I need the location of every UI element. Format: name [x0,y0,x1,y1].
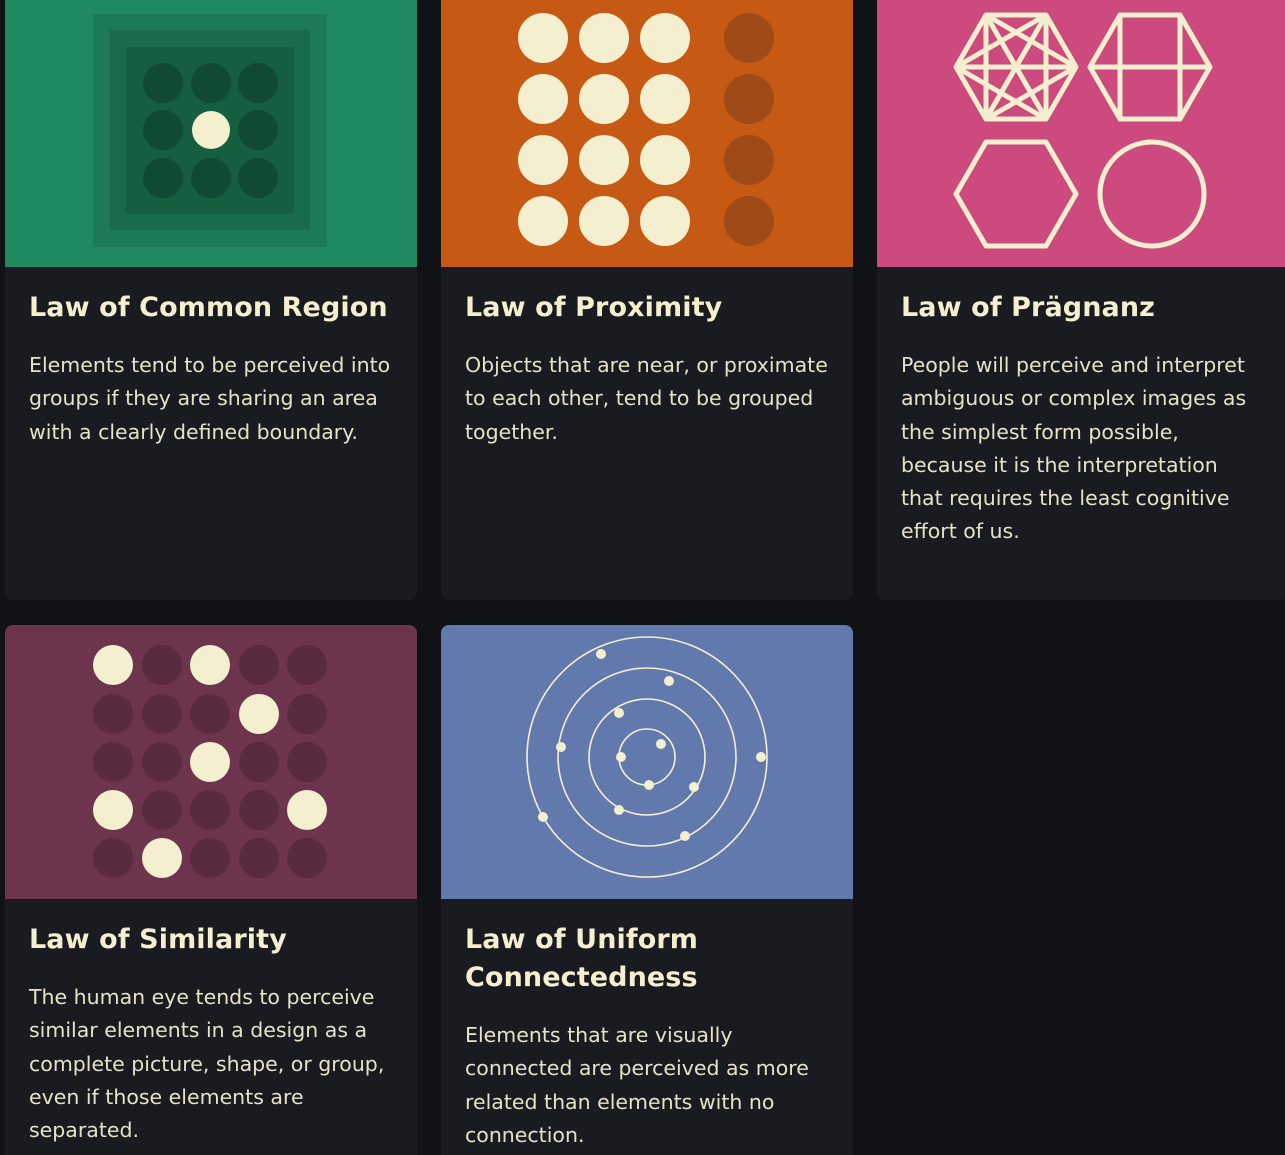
card-description: Elements that are visually connected are… [465,1023,809,1147]
card-common-region[interactable]: Law of Common Region Elements tend to be… [5,0,417,600]
card-title: Law of Proximity [465,292,723,323]
similarity-illustration [5,625,417,899]
proximity-illustration [441,0,853,267]
common-region-illustration [5,0,417,267]
card-title: Law of Uniform Connectedness [465,924,699,993]
card-description: Objects that are near, or proximate to e… [465,353,828,444]
card-description: Elements tend to be perceived into group… [29,353,391,444]
card-similarity[interactable]: Law of Similarity The human eye tends to… [5,625,417,1155]
card-title: Law of Prägnanz [901,292,1155,323]
card-description: People will perceive and interpret ambig… [901,353,1247,544]
laws-grid: Law of Common Region Elements tend to be… [0,0,1285,1155]
card-uniform-connectedness[interactable]: Law of Uniform Connectedness Elements th… [441,625,853,1155]
uniform-connectedness-illustration [441,625,853,899]
card-title: Law of Similarity [29,924,287,955]
pragnanz-illustration [877,0,1285,267]
card-title: Law of Common Region [29,292,388,323]
card-proximity[interactable]: Law of Proximity Objects that are near, … [441,0,853,600]
card-pragnanz[interactable]: Law of Prägnanz People will perceive and… [877,0,1285,600]
card-description: The human eye tends to perceive similar … [29,985,385,1143]
